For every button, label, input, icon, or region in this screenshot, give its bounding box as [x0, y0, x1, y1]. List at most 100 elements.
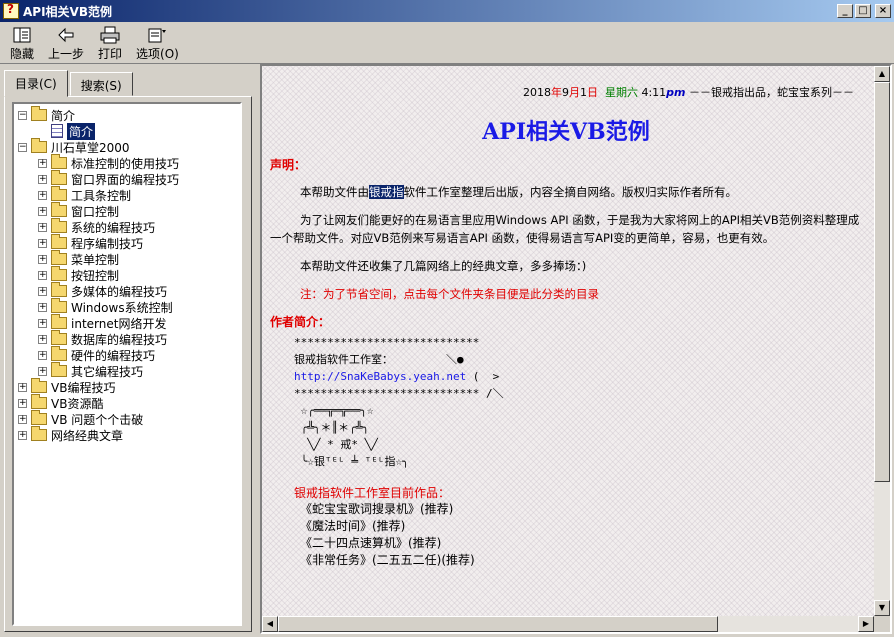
folder-icon: [51, 170, 67, 185]
expand-icon[interactable]: +: [38, 206, 47, 216]
tree-item[interactable]: + 网络经典文章: [14, 426, 240, 443]
tree-item-label: 多媒体的编程技巧: [71, 284, 168, 299]
tree-item[interactable]: + 按钮控制: [14, 266, 240, 283]
statement-paragraph-3: 本帮助文件还收集了几篇网络上的经典文章，多多捧场：): [300, 259, 587, 273]
tree-item[interactable]: + 系统的编程技巧: [14, 218, 240, 235]
expand-icon[interactable]: +: [18, 430, 27, 440]
vertical-scrollbar[interactable]: ▲ ▼: [874, 66, 890, 616]
date-year-char: 年: [550, 86, 562, 99]
tree-item[interactable]: 简介: [14, 122, 240, 140]
tree-item[interactable]: + 其它编程技巧: [14, 362, 240, 379]
expand-icon[interactable]: +: [38, 158, 47, 168]
folder-icon: [51, 250, 67, 265]
tree-item[interactable]: + 程序编制技巧: [14, 234, 240, 251]
expand-icon[interactable]: +: [38, 174, 47, 184]
print-button[interactable]: 打印: [98, 22, 122, 62]
tree-item[interactable]: + internet网络开发: [14, 314, 240, 331]
tree-item[interactable]: + VB 问题个个击破: [14, 410, 240, 427]
scroll-right-button[interactable]: ▶: [858, 616, 874, 632]
tree-item[interactable]: + Windows系统控制: [14, 298, 240, 315]
tree-item[interactable]: + 工具条控制: [14, 186, 240, 203]
expand-icon[interactable]: +: [38, 270, 47, 280]
close-button[interactable]: ×: [875, 4, 891, 18]
expand-icon[interactable]: +: [18, 382, 27, 392]
statement-paragraph-1: 本帮助文件由银戒指软件工作室整理后出版，内容全摘自网络。版权归实际作者所有。: [270, 183, 862, 201]
tree-item[interactable]: − 简介: [14, 106, 240, 123]
tree-item[interactable]: + 窗口界面的编程技巧: [14, 170, 240, 187]
expand-icon[interactable]: +: [38, 222, 47, 232]
tree-item[interactable]: + 数据库的编程技巧: [14, 330, 240, 347]
contents-panel: − 简介 简介 − 川石草堂2000 + 标准控制的使用技巧 + 窗口界面的编程技巧 + 工具条控制…: [4, 96, 252, 632]
product-item: 《非常任务》(二五五二任)(推荐): [300, 553, 475, 567]
hide-button[interactable]: 隐藏: [10, 22, 34, 62]
ascii-line-5: ☆╭══╦═╦══╮☆: [294, 404, 374, 417]
tree-item[interactable]: + 标准控制的使用技巧: [14, 154, 240, 171]
tab-search[interactable]: 搜索(S): [69, 72, 133, 96]
tree-item-label: 标准控制的使用技巧: [71, 156, 180, 171]
tree-item[interactable]: + 窗口控制: [14, 202, 240, 219]
expand-icon[interactable]: +: [38, 334, 47, 344]
tree-item[interactable]: + 硬件的编程技巧: [14, 346, 240, 363]
help-app-icon[interactable]: [3, 2, 19, 19]
studio-link[interactable]: http://SnaKeBabys.yeah.net: [294, 370, 466, 383]
document-icon: [51, 124, 63, 138]
ascii-line-8: ╰☆银ᵀᴱᴸ ╧ ᵀᴱᴸ指☆╮: [294, 455, 409, 468]
horizontal-scrollbar[interactable]: ◀ ▶: [262, 616, 874, 632]
options-button[interactable]: 选项(O): [136, 22, 179, 62]
minimize-button[interactable]: _: [837, 4, 853, 18]
expand-icon[interactable]: +: [18, 414, 27, 424]
folder-icon: [51, 298, 67, 313]
folder-icon: [31, 394, 47, 409]
tree-item-label: 硬件的编程技巧: [71, 348, 156, 363]
tree-item[interactable]: + VB资源酷: [14, 394, 240, 411]
tree-item-label: 菜单控制: [71, 252, 120, 267]
tree-item-label: 简介: [51, 108, 76, 123]
back-button[interactable]: 上一步: [48, 22, 84, 62]
expand-icon[interactable]: +: [18, 398, 27, 408]
tree-item-label: 川石草堂2000: [51, 140, 130, 155]
para1-highlight: 银戒指: [369, 185, 404, 199]
tree-item-label: 系统的编程技巧: [71, 220, 156, 235]
folder-icon: [51, 314, 67, 329]
expand-icon[interactable]: +: [38, 286, 47, 296]
expand-icon[interactable]: +: [38, 302, 47, 312]
tree-item-label: internet网络开发: [71, 316, 167, 331]
folder-icon: [51, 202, 67, 217]
expand-icon[interactable]: +: [38, 350, 47, 360]
tab-contents[interactable]: 目录(C): [4, 70, 68, 97]
tree-item-label: 简介: [67, 122, 96, 140]
expand-icon[interactable]: +: [38, 238, 47, 248]
hide-button-label: 隐藏: [10, 47, 35, 61]
para1-after: 软件工作室整理后出版，内容全摘自网络。版权归实际作者所有。: [403, 185, 738, 199]
scroll-down-button[interactable]: ▼: [874, 600, 890, 616]
topic-pane: 2018年9月1日 星期六 4:11pm －－银戒指出品，蛇宝宝系列－－ API…: [260, 64, 892, 634]
product-item: 《蛇宝宝歌词搜录机》(推荐): [300, 502, 454, 516]
expand-icon[interactable]: +: [38, 366, 47, 376]
expand-icon[interactable]: +: [38, 190, 47, 200]
date-weekday: 星期六: [604, 86, 638, 99]
collapse-icon[interactable]: −: [18, 142, 27, 152]
tree-item-label: Windows系统控制: [71, 300, 173, 315]
tree-item-label: VB 问题个个击破: [51, 412, 144, 427]
expand-icon[interactable]: +: [38, 318, 47, 328]
author-heading: 作者简介：: [270, 315, 331, 329]
back-button-label: 上一步: [48, 47, 85, 61]
title-bar[interactable]: API相关VB范例 _ □ ×: [0, 0, 894, 22]
date-time: 4:11: [641, 86, 667, 99]
expand-icon[interactable]: +: [38, 254, 47, 264]
tree-item[interactable]: + 菜单控制: [14, 250, 240, 267]
tree-item[interactable]: + VB编程技巧: [14, 378, 240, 395]
products-heading: 银戒指软件工作室目前作品：: [294, 486, 451, 500]
horizontal-scroll-thumb[interactable]: [278, 616, 718, 632]
ascii-banner: **************************** 银戒指软件工作室： ＼●…: [294, 334, 862, 470]
contents-tree[interactable]: − 简介 简介 − 川石草堂2000 + 标准控制的使用技巧 + 窗口界面的编程技巧 + 工具条控制…: [12, 102, 242, 626]
vertical-scroll-thumb[interactable]: [874, 82, 890, 482]
tree-item[interactable]: − 川石草堂2000: [14, 138, 240, 155]
tree-item[interactable]: + 多媒体的编程技巧: [14, 282, 240, 299]
ascii-link-tail: ( >: [466, 370, 500, 383]
folder-icon: [31, 378, 47, 393]
collapse-icon[interactable]: −: [18, 110, 27, 120]
scroll-left-button[interactable]: ◀: [262, 616, 278, 632]
maximize-button[interactable]: □: [855, 4, 871, 18]
scroll-up-button[interactable]: ▲: [874, 66, 890, 82]
